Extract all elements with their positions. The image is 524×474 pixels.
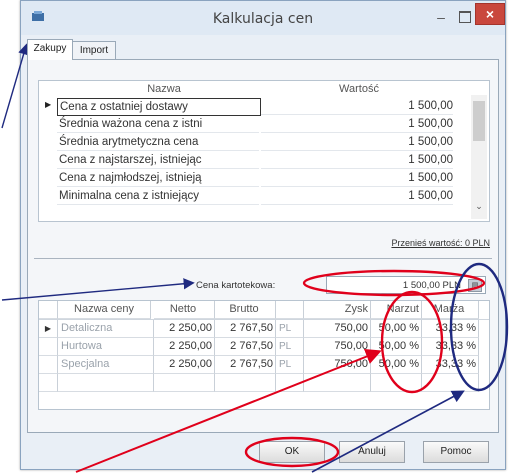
annotation-arrow-marza [311,390,465,473]
annotation-ellipse-narzut [380,290,444,394]
annotation-ellipse-ok [244,436,340,468]
tab-zakupy[interactable]: Zakupy [27,39,73,60]
annotation-arrow-narzut [75,348,382,473]
annotation-ellipse-marza [449,262,509,392]
annotation-arrow-cena [1,278,195,301]
annotation-overlay [1,43,509,473]
annotation-arrow-tab [1,43,30,129]
